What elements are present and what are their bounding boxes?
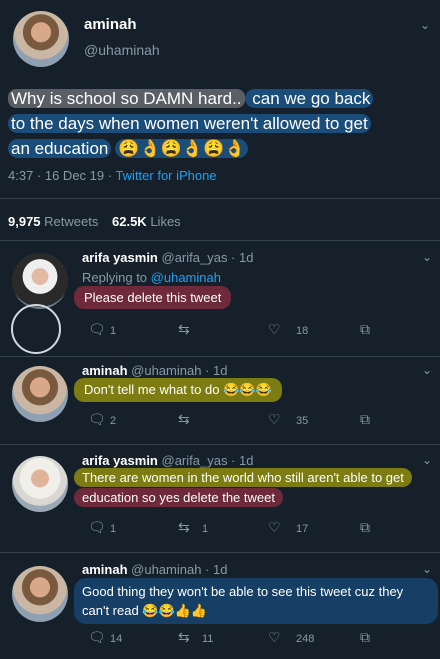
reply-count: 14	[110, 633, 123, 645]
avatar[interactable]	[12, 456, 68, 512]
likes-label[interactable]: Likes	[150, 214, 180, 229]
reply-count: 2	[110, 415, 117, 427]
speech-bubble-icon[interactable]: 🗨	[88, 412, 106, 426]
avatar[interactable]	[13, 11, 69, 67]
divider	[0, 444, 440, 445]
speech-bubble-icon[interactable]: 🗨	[88, 520, 106, 534]
handle-time[interactable]: @arifa_yas · 1d	[162, 453, 254, 468]
stats-row: 9,975 Retweets 62.5K Likes	[8, 214, 181, 229]
replying-to-handle[interactable]: @uhaminah	[151, 270, 221, 285]
avatar[interactable]	[12, 566, 68, 622]
client-link[interactable]: Twitter for iPhone	[115, 168, 216, 183]
speech-bubble-icon[interactable]: 🗨	[88, 322, 106, 336]
reply-text: Please delete this tweet	[74, 286, 232, 309]
thread-circle	[11, 304, 61, 354]
replying-to-label: Replying to	[82, 270, 151, 285]
retweets-label[interactable]: Retweets	[44, 214, 98, 229]
reply-text: There are women in the world who still a…	[74, 468, 412, 508]
share-icon[interactable]: ⧉	[360, 322, 370, 336]
tweet-text-line: an education	[8, 139, 112, 158]
retweet-icon[interactable]: ⇆	[178, 520, 190, 534]
like-count: 17	[296, 523, 309, 535]
share-icon[interactable]: ⧉	[360, 412, 370, 426]
replying-to: Replying to @uhaminah	[82, 270, 221, 285]
heart-icon[interactable]: ♡	[268, 322, 281, 336]
timestamp: 4:37 · 16 Dec 19 ·	[8, 168, 116, 183]
display-name[interactable]: aminah	[84, 16, 137, 33]
display-name[interactable]: arifa yasmin	[82, 453, 158, 468]
handle-time[interactable]: @uhaminah · 1d	[131, 363, 227, 378]
reply-emojis: 😂😂👍👍	[142, 603, 208, 618]
tweet-text-line: can we go back	[244, 89, 374, 108]
reply-header: aminah @uhaminah · 1d	[82, 562, 227, 577]
tweet-emojis: 😩👌😩👌😩👌	[115, 139, 249, 158]
like-count: 248	[296, 633, 315, 645]
chevron-down-icon[interactable]: ⌄	[422, 562, 432, 576]
handle-time[interactable]: @arifa_yas · 1d	[162, 250, 254, 265]
heart-icon[interactable]: ♡	[268, 412, 281, 426]
chevron-down-icon[interactable]: ⌄	[422, 453, 432, 467]
heart-icon[interactable]: ♡	[268, 630, 281, 644]
timestamp-row: 4:37 · 16 Dec 19 · Twitter for iPhone	[8, 168, 217, 183]
tweet-text: Why is school so DAMN hard.. can we go b…	[8, 86, 438, 161]
like-count: 35	[296, 415, 309, 427]
divider	[0, 240, 440, 241]
tweet-text-line: to the days when women weren't allowed t…	[8, 114, 371, 133]
retweet-count: 11	[202, 633, 214, 645]
avatar[interactable]	[12, 366, 68, 422]
reply-text: Good thing they won't be able to see thi…	[74, 578, 438, 624]
retweet-icon[interactable]: ⇆	[178, 322, 190, 336]
reply-count: 1	[110, 523, 117, 535]
chevron-down-icon[interactable]: ⌄	[422, 363, 432, 377]
reply-text-line: Good thing they won't be able to see thi…	[82, 584, 404, 599]
reply-header: aminah @uhaminah · 1d	[82, 363, 227, 378]
speech-bubble-icon[interactable]: 🗨	[88, 630, 106, 644]
retweet-count: 1	[202, 523, 209, 535]
avatar[interactable]	[12, 253, 68, 309]
handle[interactable]: @uhaminah	[84, 42, 160, 58]
reply-text-content: Don't tell me what to do	[84, 382, 220, 397]
share-icon[interactable]: ⧉	[360, 630, 370, 644]
reply-text-line: There are women in the world who still a…	[74, 468, 412, 487]
reply-header: arifa yasmin @arifa_yas · 1d	[82, 250, 253, 265]
chevron-down-icon[interactable]: ⌄	[420, 18, 430, 32]
heart-icon[interactable]: ♡	[268, 520, 281, 534]
retweets-count[interactable]: 9,975	[8, 214, 41, 229]
share-icon[interactable]: ⧉	[360, 520, 370, 534]
tweet-text-line: Why is school so DAMN hard..	[8, 89, 245, 108]
handle-time[interactable]: @uhaminah · 1d	[131, 562, 227, 577]
likes-count[interactable]: 62.5K	[112, 214, 147, 229]
reply-emojis: 😂😂😂	[223, 382, 272, 397]
retweet-icon[interactable]: ⇆	[178, 412, 190, 426]
reply-count: 1	[110, 325, 117, 337]
reply-text: Don't tell me what to do 😂😂😂	[74, 378, 282, 402]
display-name[interactable]: aminah	[82, 363, 128, 378]
like-count: 18	[296, 325, 309, 337]
divider	[0, 198, 440, 199]
reply-header: arifa yasmin @arifa_yas · 1d	[82, 453, 253, 468]
divider	[0, 552, 440, 553]
retweet-icon[interactable]: ⇆	[178, 630, 190, 644]
reply-text-line: education so yes delete the tweet	[74, 488, 283, 507]
display-name[interactable]: arifa yasmin	[82, 250, 158, 265]
reply-text-line: can't read	[82, 603, 139, 618]
chevron-down-icon[interactable]: ⌄	[422, 250, 432, 264]
display-name[interactable]: aminah	[82, 562, 128, 577]
divider	[0, 356, 440, 357]
